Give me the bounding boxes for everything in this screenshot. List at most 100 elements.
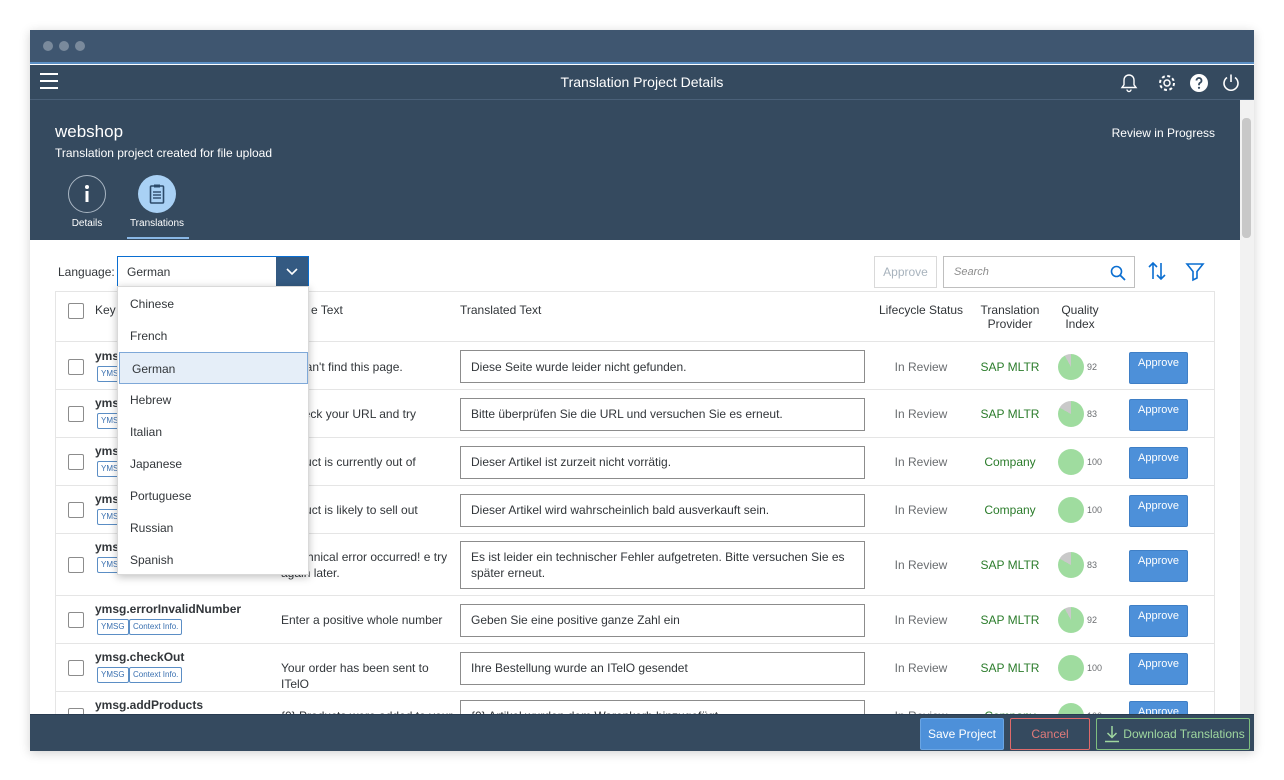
col-key: Key [95,303,116,317]
quality-indicator [1058,497,1084,523]
approve-button[interactable]: Approve [1129,351,1188,384]
row-quality-index: 83 [1087,409,1098,419]
row-translation-provider: Company [984,503,1036,517]
tab-translations-label: Translations [129,218,185,229]
language-option-german[interactable]: German [119,352,308,384]
row-source-text: Enter a positive whole number [281,613,443,627]
project-name: webshop [55,122,124,141]
context-info-tag[interactable]: Context Info. [129,619,183,635]
translation-input[interactable]: Dieser Artikel ist zurzeit nicht vorräti… [460,445,865,479]
search-icon[interactable] [1110,265,1126,281]
translation-input[interactable]: Es ist leider ein technischer Fehler auf… [460,541,865,589]
row-translation-provider: SAP MLTR [980,359,1040,374]
cancel-button[interactable]: Cancel [1010,718,1090,750]
row-lifecycle-status: In Review [894,613,948,627]
approve-button[interactable]: Approve [1129,447,1188,479]
chevron-down-icon[interactable] [276,257,308,287]
language-select[interactable]: German [117,256,309,288]
quality-indicator [1058,401,1084,427]
translation-input-value: Diese Seite wurde leider nicht gefunden. [471,359,687,374]
table-row[interactable]: ymsg.errorInvalidNumber YMSG Context Inf… [56,596,1214,644]
page-title: Translation Project Details [560,74,724,90]
window-dot[interactable] [75,41,85,51]
row-key: ymsg.checkOut [95,650,185,664]
col-translation-provider: Translation Provider [980,303,1040,331]
power-icon[interactable] [1220,72,1242,94]
tab-translations[interactable]: Translations [127,175,189,239]
row-quality-index: 92 [1087,615,1098,625]
row-quality-index: 92 [1087,361,1098,372]
ymsg-tag[interactable]: YMSG [97,619,129,635]
sort-icon[interactable] [1146,260,1168,282]
project-status: Review in Progress [1111,126,1215,140]
row-lifecycle-status: In Review [894,359,948,374]
row-checkbox[interactable] [68,358,84,375]
row-checkbox[interactable] [68,557,84,573]
row-translation-provider: SAP MLTR [980,407,1040,421]
approve-all-button[interactable]: Approve [874,256,937,288]
info-icon [68,175,106,213]
help-icon[interactable] [1188,72,1210,94]
row-key: yms [95,444,120,458]
document-icon [138,175,176,213]
tab-details[interactable]: Details [57,175,117,229]
context-info-tag[interactable]: Context Info. [129,667,183,683]
approve-button[interactable]: Approve [1129,399,1188,431]
language-option-french[interactable]: French [118,320,308,352]
ymsg-tag[interactable]: YMSG [97,667,129,683]
language-dropdown-list: Chinese French German Hebrew Italian Japanese… [117,286,309,575]
row-checkbox[interactable] [68,454,84,470]
row-key: yms [95,396,120,410]
scrollbar-thumb[interactable] [1242,118,1251,238]
translation-input[interactable]: Ihre Bestellung wurde an ITelO gesendet [460,651,865,685]
translation-input[interactable]: Geben Sie eine positive ganze Zahl ein [460,603,865,637]
row-quality-index: 100 [1087,505,1103,515]
row-translation-provider: Company [984,455,1036,469]
translation-input[interactable]: Dieser Artikel wird wahrscheinlich bald … [460,493,865,527]
row-source-text: Your order has been sent to ITelO [281,661,429,691]
row-translation-provider: SAP MLTR [980,558,1040,572]
translation-input-value: Es ist leider ein technischer Fehler auf… [471,550,845,580]
language-option-portuguese[interactable]: Portuguese [118,480,308,512]
row-key: yms [95,540,120,554]
row-checkbox[interactable] [68,660,84,676]
project-description: Translation project created for file upl… [55,146,273,160]
search-input[interactable]: Search [943,256,1135,288]
window-dot[interactable] [43,41,53,51]
row-checkbox[interactable] [68,502,84,518]
row-checkbox[interactable] [68,612,84,628]
row-lifecycle-status: In Review [894,455,948,469]
footer-bar: Save Project Cancel Download Translation… [30,714,1254,751]
translation-input[interactable]: Bitte überprüfen Sie die URL und versuch… [460,397,865,431]
language-option-spanish[interactable]: Spanish [118,544,308,576]
table-row[interactable]: ymsg.checkOut YMSG Context Info. Your or… [56,644,1214,692]
row-lifecycle-status: In Review [894,558,948,572]
row-checkbox[interactable] [68,406,84,422]
translation-input[interactable]: Diese Seite wurde leider nicht gefunden. [460,350,865,383]
approve-button[interactable]: Approve [1129,653,1188,685]
save-project-button[interactable]: Save Project [920,718,1004,750]
window-dot[interactable] [59,41,69,51]
select-all-checkbox[interactable] [68,303,84,319]
row-translation-provider: SAP MLTR [980,613,1040,627]
language-option-russian[interactable]: Russian [118,512,308,544]
download-icon [1105,726,1119,743]
download-translations-button[interactable]: Download Translations [1096,718,1250,750]
approve-button[interactable]: Approve [1129,605,1188,637]
language-option-hebrew[interactable]: Hebrew [118,384,308,416]
approve-button[interactable]: Approve [1129,495,1188,527]
language-option-chinese[interactable]: Chinese [118,288,308,320]
filter-icon[interactable] [1184,260,1206,282]
row-quality-index: 100 [1087,663,1103,673]
bell-icon[interactable] [1118,72,1140,94]
window-titlebar [30,30,1254,64]
language-option-italian[interactable]: Italian [118,416,308,448]
approve-button[interactable]: Approve [1129,550,1188,582]
quality-indicator [1058,552,1084,578]
quality-indicator [1058,353,1084,380]
language-option-japanese[interactable]: Japanese [118,448,308,480]
row-lifecycle-status: In Review [894,661,948,675]
gear-icon[interactable] [1156,72,1178,94]
translation-input-value: Geben Sie eine positive ganze Zahl ein [471,613,680,627]
translation-input-value: Dieser Artikel ist zurzeit nicht vorräti… [471,455,672,469]
